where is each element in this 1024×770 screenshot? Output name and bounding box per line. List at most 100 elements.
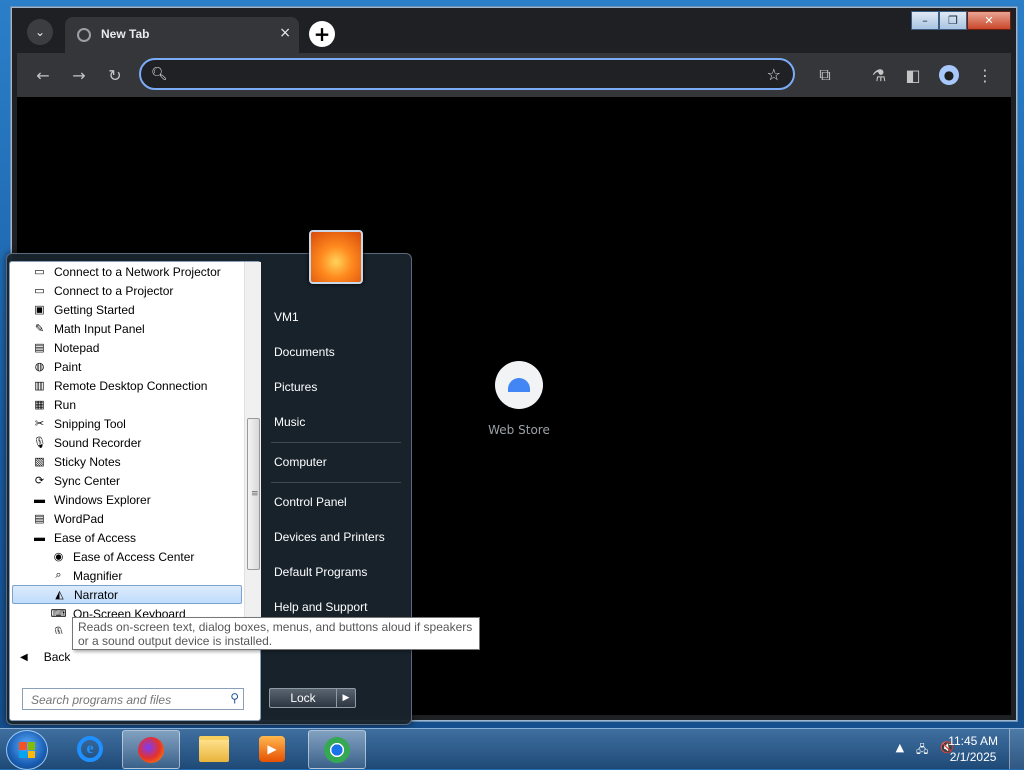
program-item[interactable]: ▦ Run [10, 395, 244, 414]
network-icon[interactable]: 🖧 [916, 741, 928, 760]
menu-button[interactable]: ⋮ [973, 63, 997, 87]
user-picture[interactable] [309, 230, 363, 284]
web-store-shortcut[interactable]: Web Store [487, 361, 551, 437]
scrollbar[interactable]: ≡ [244, 262, 261, 634]
program-label: Sync Center [54, 473, 121, 488]
show-hidden-icons-button[interactable]: ▲ [896, 741, 904, 760]
places-item[interactable]: Default Programs [263, 555, 403, 590]
minimize-button[interactable]: – [911, 11, 939, 30]
program-label: Sound Recorder [54, 435, 142, 450]
clock-time: 11:45 AM [948, 734, 998, 748]
lock-button[interactable]: Lock [269, 688, 337, 708]
tab-new-tab[interactable]: New Tab × [65, 17, 299, 55]
side-panel-icon: ◧ [905, 65, 921, 85]
taskbar-internet-explorer[interactable]: e [62, 730, 118, 767]
places-item[interactable]: Documents [263, 335, 403, 370]
program-item[interactable]: ✂ Snipping Tool [10, 414, 244, 433]
restore-button[interactable]: ❐ [939, 11, 967, 30]
address-input[interactable] [175, 64, 759, 86]
reload-icon: ↻ [108, 65, 122, 85]
search-input[interactable] [29, 691, 219, 709]
separator [271, 482, 401, 483]
start-search-box[interactable]: ⚲ [22, 688, 244, 710]
program-label: Magnifier [73, 568, 123, 583]
places-pane: VM1 Documents Pictures Music Computer Control… [263, 300, 403, 625]
program-label: Ease of Access [54, 530, 137, 545]
program-label: Getting Started [54, 302, 135, 317]
program-item[interactable]: ▣ Getting Started [10, 300, 244, 319]
separator [271, 442, 401, 443]
avatar-icon: ● [939, 65, 959, 85]
program-item[interactable]: ⌕ Magnifier [10, 566, 244, 585]
program-item[interactable]: 🎙︎ Sound Recorder [10, 433, 244, 452]
program-item[interactable]: ▭ Connect to a Network Projector [10, 262, 244, 281]
programs-list: ▭ Connect to a Network Projector ▭ Connect … [10, 262, 244, 634]
taskbar-media-player[interactable]: ▶ [244, 730, 300, 767]
places-item[interactable]: Control Panel [263, 485, 403, 520]
narrator-icon: ◭ [55, 589, 64, 601]
extensions-button[interactable]: ⧉ [813, 63, 837, 87]
close-button[interactable]: ✕ [967, 11, 1011, 30]
address-bar[interactable]: 🔍︎ ☆ [139, 58, 795, 90]
program-item[interactable]: ▥ Remote Desktop Connection [10, 376, 244, 395]
program-item[interactable]: ▭ Connect to a Projector [10, 281, 244, 300]
new-tab-button[interactable]: + [309, 21, 335, 47]
program-item[interactable]: ✎ Math Input Panel [10, 319, 244, 338]
taskbar-firefox[interactable] [122, 730, 180, 769]
program-item[interactable]: ⟳ Sync Center [10, 471, 244, 490]
run-icon: ▦ [34, 399, 45, 411]
bookmark-star-icon[interactable]: ☆ [767, 65, 781, 84]
labs-button[interactable]: ⚗ [867, 63, 891, 87]
program-item[interactable]: ▤ Notepad [10, 338, 244, 357]
folder-icon: ▬ [34, 493, 45, 506]
program-label: Windows Explorer [54, 492, 151, 507]
program-item[interactable]: ▬ Windows Explorer [10, 490, 244, 509]
program-label: Run [54, 397, 77, 412]
places-item[interactable]: Pictures [263, 370, 403, 405]
search-icon: ⚲ [230, 691, 239, 705]
tab-close-button[interactable]: × [279, 25, 291, 41]
tab-search-button[interactable]: ⌄ [27, 19, 53, 45]
profile-button[interactable]: ● [937, 63, 961, 87]
reload-button[interactable]: ↻ [103, 63, 127, 87]
program-label: Narrator [74, 587, 119, 602]
search-icon: 🔍︎ [151, 67, 168, 82]
shutdown-options-button[interactable]: ▶ [336, 688, 356, 708]
places-item[interactable]: VM1 [263, 300, 403, 335]
tab-strip: ⌄ New Tab × + [17, 13, 897, 55]
side-panel-button[interactable]: ◧ [901, 63, 925, 87]
tab-title: New Tab [101, 27, 150, 41]
places-item[interactable]: Music [263, 405, 403, 440]
start-button[interactable] [6, 730, 48, 770]
projector-icon: ▭ [34, 285, 45, 297]
program-item[interactable]: ▬ Ease of Access [10, 528, 244, 547]
globe-icon [77, 28, 91, 42]
back-button[interactable]: ← [31, 63, 55, 87]
program-item[interactable]: ◍ Paint [10, 357, 244, 376]
program-item[interactable]: ▤ WordPad [10, 509, 244, 528]
program-item[interactable]: ▧ Sticky Notes [10, 452, 244, 471]
microphone-icon: 🎙︎ [32, 437, 47, 449]
flask-icon: ⚗ [871, 65, 887, 85]
places-item[interactable]: Devices and Printers [263, 520, 403, 555]
arrow-left-icon: ← [36, 65, 50, 85]
more-vert-icon: ⋮ [977, 65, 993, 85]
taskbar-file-explorer[interactable] [186, 730, 242, 767]
program-label: Remote Desktop Connection [54, 378, 208, 393]
back-button[interactable]: ◀ Back [20, 650, 70, 664]
program-item[interactable]: ◭ Narrator [12, 585, 242, 604]
places-item[interactable]: Computer [263, 445, 403, 480]
clock[interactable]: 11:45 AM 2/1/2025 [948, 733, 998, 765]
show-desktop-button[interactable] [1009, 729, 1024, 769]
chevron-down-icon: ⌄ [34, 25, 46, 39]
notepad-icon: ▤ [34, 342, 45, 354]
browser-toolbar: ← → ↻ 🔍︎ ☆ ⧉ ⚗ ◧ ● ⋮ [17, 53, 1011, 97]
taskbar-chrome[interactable] [308, 730, 366, 769]
forward-button[interactable]: → [67, 63, 91, 87]
shortcut-label: Web Store [488, 423, 550, 437]
scroll-thumb[interactable]: ≡ [247, 418, 260, 570]
system-tray: ▲ 🖧 🔇 [896, 741, 954, 760]
math-input-icon: ✎ [34, 323, 45, 335]
window-controls: – ❐ ✕ [911, 11, 1011, 30]
program-item[interactable]: ◉ Ease of Access Center [10, 547, 244, 566]
